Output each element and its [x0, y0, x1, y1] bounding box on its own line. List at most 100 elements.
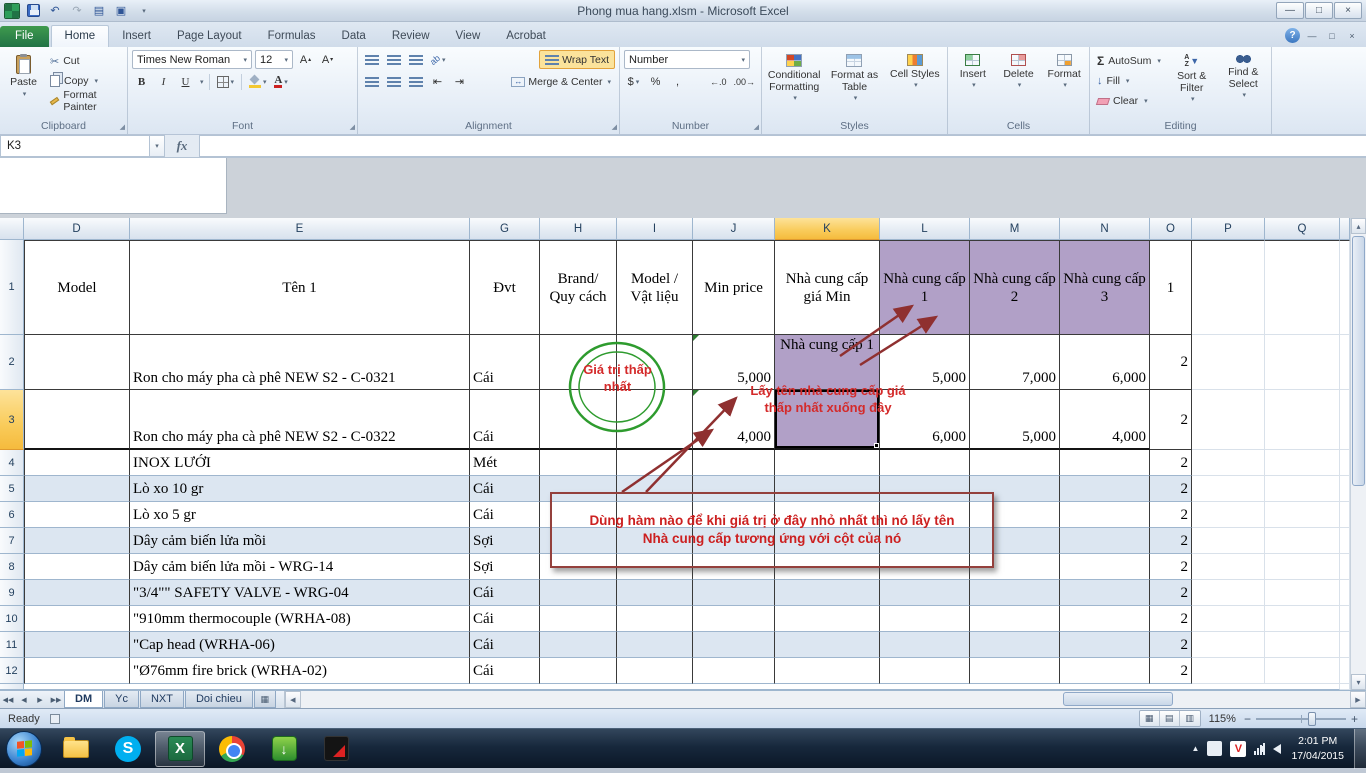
cell-M9[interactable]	[970, 580, 1060, 606]
cell-J5[interactable]	[693, 476, 775, 502]
column-header-E[interactable]: E	[130, 218, 470, 240]
cell-G5[interactable]: Cái	[470, 476, 540, 502]
column-header-H[interactable]: H	[540, 218, 617, 240]
minimize-button[interactable]: —	[1276, 2, 1304, 19]
maximize-button[interactable]: □	[1305, 2, 1333, 19]
volume-icon[interactable]	[1273, 744, 1281, 754]
cell-E1[interactable]: Tên 1	[130, 240, 470, 335]
percent-style-button[interactable]: %	[646, 72, 665, 91]
cell-H3[interactable]	[540, 390, 617, 450]
copy-button[interactable]: Copy▾	[47, 72, 123, 90]
ribbon-tab-home[interactable]: Home	[51, 25, 110, 47]
find-select-button[interactable]: Find & Select▾	[1219, 50, 1267, 118]
zoom-level[interactable]: 115%	[1209, 713, 1236, 725]
cell-L11[interactable]	[880, 632, 970, 658]
ribbon-tab-file[interactable]: File	[0, 26, 49, 47]
cell-E3[interactable]: Ron cho máy pha cà phê NEW S2 - C-0322	[130, 390, 470, 450]
taskbar-icon-idm[interactable]: ↓	[259, 731, 309, 767]
taskbar-clock[interactable]: 2:01 PM 17/04/2015	[1291, 734, 1344, 762]
ribbon-tab-formulas[interactable]: Formulas	[255, 26, 329, 47]
cell-M10[interactable]	[970, 606, 1060, 632]
workbook-close-button[interactable]: ×	[1344, 31, 1360, 41]
close-button[interactable]: ×	[1334, 2, 1362, 19]
align-bottom-button[interactable]	[406, 50, 425, 69]
cell-G3[interactable]: Cái	[470, 390, 540, 450]
page-break-view-icon[interactable]: ▥	[1180, 711, 1200, 726]
unikey-icon[interactable]: V	[1230, 741, 1246, 757]
cell-K10[interactable]	[775, 606, 880, 632]
cell-J2[interactable]: 5,000	[693, 335, 775, 390]
cell-O4[interactable]: 2	[1150, 450, 1192, 476]
ribbon-tab-acrobat[interactable]: Acrobat	[493, 26, 559, 47]
cell-D2[interactable]	[24, 335, 130, 390]
cell-L6[interactable]	[880, 502, 970, 528]
cell-D10[interactable]	[24, 606, 130, 632]
cell-Q12[interactable]	[1265, 658, 1340, 684]
font-dialog-launcher-icon[interactable]: ◢	[350, 123, 355, 131]
align-center-button[interactable]	[384, 72, 403, 91]
row-header-2[interactable]: 2	[0, 335, 24, 390]
last-sheet-icon[interactable]: ▶▶	[48, 691, 64, 708]
cell-N10[interactable]	[1060, 606, 1150, 632]
cell-O9[interactable]: 2	[1150, 580, 1192, 606]
bold-button[interactable]: B	[132, 72, 151, 91]
cell-P2[interactable]	[1192, 335, 1265, 390]
column-header-J[interactable]: J	[693, 218, 775, 240]
cell-D5[interactable]	[24, 476, 130, 502]
cut-button[interactable]: ✂Cut	[47, 52, 123, 70]
cell-I3[interactable]	[617, 390, 693, 450]
align-top-button[interactable]	[362, 50, 381, 69]
cell-O10[interactable]: 2	[1150, 606, 1192, 632]
cell-I1[interactable]: Model / Vật liệu	[617, 240, 693, 335]
cell-J11[interactable]	[693, 632, 775, 658]
cell-K2[interactable]: Nhà cung cấp 1	[775, 335, 880, 390]
cell-O8[interactable]: 2	[1150, 554, 1192, 580]
cell-O7[interactable]: 2	[1150, 528, 1192, 554]
hidden-icons-icon[interactable]: ▲	[1192, 744, 1200, 753]
cell-L2[interactable]: 5,000	[880, 335, 970, 390]
cell-N6[interactable]	[1060, 502, 1150, 528]
cell-L12[interactable]	[880, 658, 970, 684]
help-icon[interactable]: ?	[1285, 28, 1300, 43]
page-layout-view-icon[interactable]: ▤	[1160, 711, 1180, 726]
cell-N12[interactable]	[1060, 658, 1150, 684]
cell-L5[interactable]	[880, 476, 970, 502]
cell-D1[interactable]: Model	[24, 240, 130, 335]
row-header-12[interactable]: 12	[0, 658, 24, 684]
column-header-P[interactable]: P	[1192, 218, 1265, 240]
scroll-left-icon[interactable]: ◀	[285, 691, 301, 708]
cell-I8[interactable]	[617, 554, 693, 580]
cell-J12[interactable]	[693, 658, 775, 684]
format-as-table-button[interactable]: Format as Table▾	[826, 50, 882, 118]
align-left-button[interactable]	[362, 72, 381, 91]
cell-Q11[interactable]	[1265, 632, 1340, 658]
cell-K9[interactable]	[775, 580, 880, 606]
first-sheet-icon[interactable]: ◀◀	[0, 691, 16, 708]
cell-M8[interactable]	[970, 554, 1060, 580]
cell-H4[interactable]	[540, 450, 617, 476]
cell-N4[interactable]	[1060, 450, 1150, 476]
cell-I7[interactable]	[617, 528, 693, 554]
cell-D11[interactable]	[24, 632, 130, 658]
delete-cells-button[interactable]: Delete▾	[998, 50, 1040, 118]
cell-P12[interactable]	[1192, 658, 1265, 684]
cell-M7[interactable]	[970, 528, 1060, 554]
cell-M12[interactable]	[970, 658, 1060, 684]
cell-P3[interactable]	[1192, 390, 1265, 450]
insert-worksheet-icon[interactable]: ▦	[254, 691, 276, 708]
scroll-down-icon[interactable]: ▾	[1351, 674, 1366, 690]
cell-I10[interactable]	[617, 606, 693, 632]
number-dialog-launcher-icon[interactable]: ◢	[754, 123, 759, 131]
row-header-5[interactable]: 5	[0, 476, 24, 502]
cell-L7[interactable]	[880, 528, 970, 554]
cell-K1[interactable]: Nhà cung cấp giá Min	[775, 240, 880, 335]
cell-L10[interactable]	[880, 606, 970, 632]
cell-J7[interactable]	[693, 528, 775, 554]
cell-O2[interactable]: 2	[1150, 335, 1192, 390]
taskbar-icon-skype[interactable]: S	[103, 731, 153, 767]
normal-view-icon[interactable]: ▦	[1140, 711, 1160, 726]
cell-K12[interactable]	[775, 658, 880, 684]
column-header-Q[interactable]: Q	[1265, 218, 1340, 240]
cell-M5[interactable]	[970, 476, 1060, 502]
workbook-minimize-button[interactable]: —	[1304, 31, 1320, 41]
